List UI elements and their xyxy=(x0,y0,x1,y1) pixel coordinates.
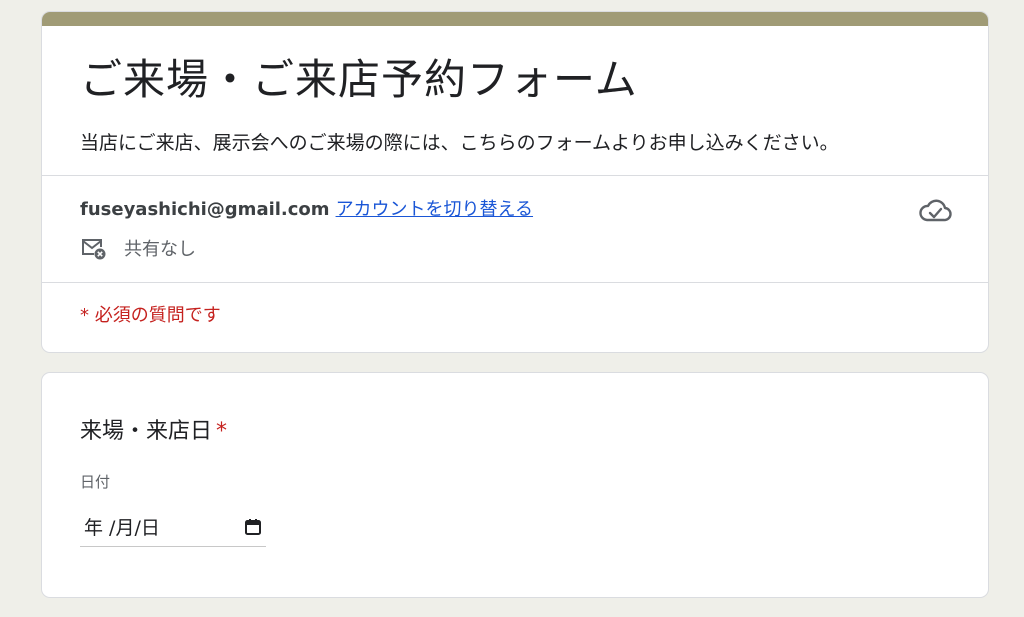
calendar-icon[interactable] xyxy=(244,518,262,536)
required-asterisk: * xyxy=(216,419,228,444)
question-title: 来場・来店日 * xyxy=(80,413,227,445)
question-card-visit-date: 来場・来店日 * 日付 年 /月/日 xyxy=(41,372,989,598)
date-label: 日付 xyxy=(80,473,111,491)
account-divider xyxy=(42,282,988,283)
header-accent-band xyxy=(42,12,988,26)
account-email: fuseyashichi@gmail.com xyxy=(80,199,330,220)
mail-blocked-icon xyxy=(82,239,106,260)
form-description: 当店にご来店、展示会へのご来場の際には、こちらのフォームよりお申し込みください。 xyxy=(80,132,839,154)
account-row: fuseyashichi@gmail.com アカウントを切り替える xyxy=(80,195,533,221)
form-header-card: ご来場・ご来店予約フォーム 当店にご来店、展示会へのご来場の際には、こちらのフォ… xyxy=(41,11,989,353)
share-status-text: 共有なし xyxy=(124,239,196,260)
form-title: ご来場・ご来店予約フォーム xyxy=(80,55,638,104)
required-note: * 必須の質問です xyxy=(80,305,221,326)
share-status-row: 共有なし xyxy=(80,234,196,262)
date-input-value[interactable]: 年 /月/日 xyxy=(80,513,244,540)
question-title-text: 来場・来店日 xyxy=(80,419,213,444)
switch-account-link[interactable]: アカウントを切り替える xyxy=(336,199,533,220)
cloud-check-icon xyxy=(919,199,952,222)
header-divider xyxy=(42,175,988,176)
date-input[interactable]: 年 /月/日 xyxy=(80,511,266,547)
